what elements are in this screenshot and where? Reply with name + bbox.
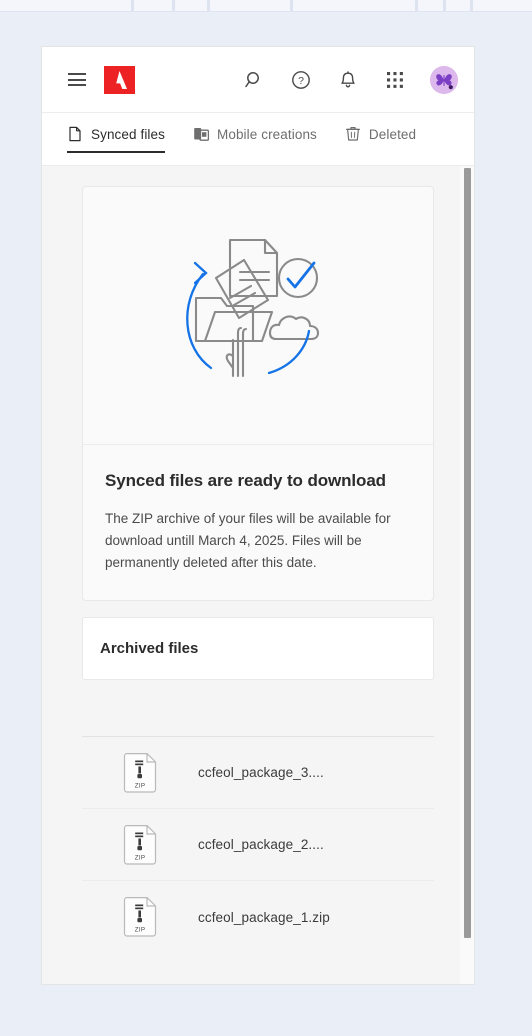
svg-text:ZIP: ZIP: [135, 854, 146, 861]
list-item[interactable]: ZIP ccfeol_package_1.zip: [82, 881, 434, 953]
file-name: ccfeol_package_3....: [198, 765, 324, 780]
tab-deleted[interactable]: Deleted: [345, 126, 416, 153]
archived-files-card[interactable]: Archived files: [82, 617, 434, 680]
mobile-device-icon: [193, 126, 210, 142]
svg-text:ZIP: ZIP: [135, 782, 146, 789]
browser-chrome-strip: [0, 0, 532, 12]
page-title: Synced files are ready to download: [105, 471, 386, 490]
trash-icon: [345, 126, 361, 142]
archived-files-list: ZIP ccfeol_package_3.... ZIP ccfeol_pack…: [82, 736, 434, 953]
search-icon[interactable]: [242, 68, 266, 92]
app-header: ?: [42, 47, 474, 113]
document-icon: [67, 126, 83, 142]
synced-files-card: Synced files are ready to download The Z…: [82, 186, 434, 601]
butterfly-icon: [430, 65, 458, 94]
content-area: Synced files are ready to download The Z…: [42, 166, 474, 984]
app-window: ? Synced files Mobile creations Deleted …: [41, 46, 475, 985]
svg-text:ZIP: ZIP: [135, 927, 146, 934]
file-name: ccfeol_package_2....: [198, 837, 324, 852]
zip-file-icon: ZIP: [123, 824, 157, 865]
adobe-logo[interactable]: [104, 65, 135, 94]
hamburger-menu-icon[interactable]: [68, 73, 86, 86]
archived-files-title: Archived files: [100, 640, 199, 657]
tab-bar: Synced files Mobile creations Deleted: [42, 113, 474, 166]
tab-label: Deleted: [368, 126, 417, 142]
zip-file-icon: ZIP: [123, 896, 157, 937]
synced-files-description: The ZIP archive of your files will be av…: [105, 511, 391, 570]
list-item[interactable]: ZIP ccfeol_package_3....: [82, 737, 434, 809]
tab-label: Synced files: [91, 126, 165, 142]
file-name: ccfeol_package_1.zip: [198, 909, 330, 925]
tab-mobile-creations[interactable]: Mobile creations: [193, 126, 317, 153]
help-icon[interactable]: ?: [289, 68, 313, 92]
scrollbar-thumb[interactable]: [464, 168, 471, 938]
sync-files-to-cloud-illustration: [83, 187, 433, 445]
list-item[interactable]: ZIP ccfeol_package_2....: [82, 809, 434, 881]
svg-text:?: ?: [298, 75, 304, 87]
vertical-scrollbar[interactable]: [460, 166, 474, 984]
tab-label: Mobile creations: [217, 126, 317, 142]
app-grid-icon[interactable]: [383, 68, 407, 92]
user-avatar[interactable]: [430, 65, 458, 94]
tab-synced-files[interactable]: Synced files: [67, 126, 165, 153]
notifications-bell-icon[interactable]: [336, 68, 360, 92]
synced-files-text-block: Synced files are ready to download The Z…: [83, 445, 433, 600]
header-icon-group: ?: [242, 65, 458, 94]
zip-file-icon: ZIP: [123, 752, 157, 793]
